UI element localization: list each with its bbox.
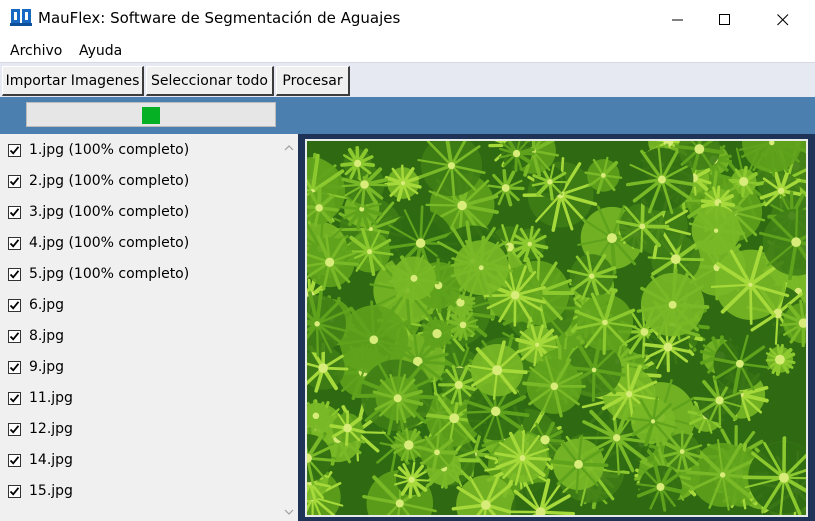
- item-checkbox[interactable]: [8, 360, 21, 374]
- item-label: 2.jpg (100% completo): [29, 173, 190, 189]
- item-checkbox[interactable]: [8, 236, 21, 250]
- image-preview-panel: [298, 134, 815, 521]
- item-checkbox[interactable]: [8, 174, 21, 188]
- item-label: 15.jpg: [29, 483, 73, 499]
- item-checkbox[interactable]: [8, 329, 21, 343]
- list-item[interactable]: 11.jpg: [8, 386, 73, 410]
- title-bar[interactable]: MauFlex: Software de Segmentación de Agu…: [0, 0, 815, 40]
- item-checkbox[interactable]: [8, 453, 21, 467]
- item-label: 12.jpg: [29, 421, 73, 437]
- progress-strip: [0, 97, 815, 134]
- item-checkbox[interactable]: [8, 205, 21, 219]
- minimize-icon: [672, 14, 684, 26]
- menu-bar: Archivo Ayuda: [0, 40, 815, 62]
- list-item[interactable]: 9.jpg: [8, 355, 64, 379]
- menu-archivo[interactable]: Archivo: [10, 43, 62, 59]
- item-label: 4.jpg (100% completo): [29, 235, 190, 251]
- chevron-down-icon: [284, 500, 294, 519]
- list-item[interactable]: 3.jpg (100% completo): [8, 200, 189, 224]
- item-label: 9.jpg: [29, 359, 65, 375]
- list-item[interactable]: 1.jpg (100% completo): [8, 138, 189, 162]
- minimize-button[interactable]: [655, 0, 701, 40]
- item-label: 14.jpg: [29, 452, 73, 468]
- list-item[interactable]: 15.jpg: [8, 479, 73, 503]
- list-item[interactable]: 2.jpg (100% completo): [8, 169, 189, 193]
- item-label: 11.jpg: [29, 390, 73, 406]
- process-button[interactable]: Procesar: [276, 66, 350, 96]
- toolbar: Importar Imagenes Seleccionar todo Proce…: [0, 62, 815, 97]
- list-item[interactable]: 12.jpg: [8, 417, 73, 441]
- item-checkbox[interactable]: [8, 391, 21, 405]
- list-item[interactable]: 6.jpg: [8, 293, 64, 317]
- select-all-button[interactable]: Seleccionar todo: [146, 66, 274, 96]
- list-scrollbar[interactable]: [279, 134, 298, 521]
- file-list[interactable]: 1.jpg (100% completo) 2.jpg (100% complet…: [0, 134, 298, 521]
- item-label: 6.jpg: [29, 297, 65, 313]
- item-checkbox[interactable]: [8, 298, 21, 312]
- menu-ayuda[interactable]: Ayuda: [79, 43, 122, 59]
- item-checkbox[interactable]: [8, 267, 21, 281]
- list-item[interactable]: 4.jpg (100% completo): [8, 231, 189, 255]
- image-preview: [305, 139, 808, 517]
- scroll-down-button[interactable]: [279, 501, 298, 518]
- import-images-button[interactable]: Importar Imagenes: [2, 66, 144, 96]
- list-item[interactable]: 14.jpg: [8, 448, 73, 472]
- aerial-palm-canopy-image: [307, 141, 806, 515]
- list-item[interactable]: 8.jpg: [8, 324, 64, 348]
- window-title: MauFlex: Software de Segmentación de Agu…: [38, 9, 401, 27]
- maximize-button[interactable]: [702, 0, 748, 40]
- close-button[interactable]: [760, 0, 806, 40]
- item-label: 1.jpg (100% completo): [29, 142, 190, 158]
- mauflex-logo-icon: [10, 9, 32, 29]
- list-item[interactable]: 5.jpg (100% completo): [8, 262, 189, 286]
- item-label: 8.jpg: [29, 328, 65, 344]
- item-checkbox[interactable]: [8, 143, 21, 157]
- scroll-up-button[interactable]: [279, 137, 298, 154]
- progress-marquee-chunk: [142, 107, 160, 124]
- item-label: 5.jpg (100% completo): [29, 266, 190, 282]
- close-icon: [777, 14, 789, 26]
- progress-bar: [26, 102, 276, 127]
- item-checkbox[interactable]: [8, 484, 21, 498]
- maximize-icon: [719, 14, 731, 26]
- item-checkbox[interactable]: [8, 422, 21, 436]
- chevron-up-icon: [284, 136, 294, 155]
- app-window: MauFlex: Software de Segmentación de Agu…: [0, 0, 815, 521]
- item-label: 3.jpg (100% completo): [29, 204, 190, 220]
